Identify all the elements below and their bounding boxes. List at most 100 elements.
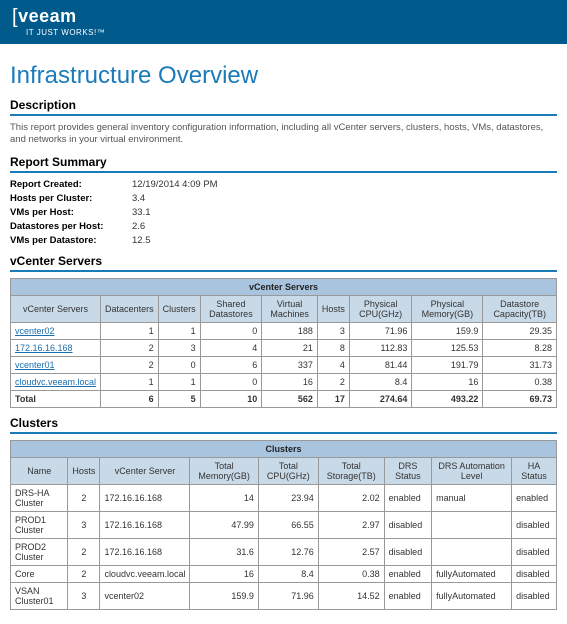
cell: 8.4 xyxy=(349,373,411,390)
brand-logo: [veeam IT JUST WORKS!™ xyxy=(12,7,105,37)
cell: cloudvc.veeam.local xyxy=(100,565,190,582)
cell: 31.73 xyxy=(483,356,557,373)
cell: Core xyxy=(11,565,68,582)
column-header: Datastore Capacity(TB) xyxy=(483,295,557,322)
cell: 12.76 xyxy=(258,538,318,565)
cell: enabled xyxy=(384,484,431,511)
column-header: vCenter Servers xyxy=(11,295,101,322)
vcenter-link[interactable]: cloudvc.veeam.local xyxy=(11,373,101,390)
cell: 188 xyxy=(262,322,318,339)
summary-label: Hosts per Cluster: xyxy=(10,193,132,204)
cell: disabled xyxy=(512,565,557,582)
cell: 337 xyxy=(262,356,318,373)
column-header: Total Memory(GB) xyxy=(190,457,258,484)
cell: 21 xyxy=(262,339,318,356)
divider xyxy=(10,432,557,434)
cell: 159.9 xyxy=(190,582,258,609)
cell: 16 xyxy=(190,565,258,582)
summary-label: VMs per Host: xyxy=(10,207,132,218)
page-title: Infrastructure Overview xyxy=(10,62,557,90)
cell: DRS-HA Cluster xyxy=(11,484,68,511)
cell: 493.22 xyxy=(412,390,483,407)
vcenter-heading: vCenter Servers xyxy=(10,254,557,268)
cell: 8 xyxy=(317,339,349,356)
summary-heading: Report Summary xyxy=(10,155,557,169)
cell: enabled xyxy=(384,565,431,582)
vcenter-link[interactable]: vcenter01 xyxy=(11,356,101,373)
summary-label: VMs per Datastore: xyxy=(10,235,132,246)
cell: 81.44 xyxy=(349,356,411,373)
cell: 1 xyxy=(158,373,200,390)
cell: 112.83 xyxy=(349,339,411,356)
summary-value: 3.4 xyxy=(132,193,557,204)
column-header: Total CPU(GHz) xyxy=(258,457,318,484)
brand-header: [veeam IT JUST WORKS!™ xyxy=(0,0,567,44)
cell: 1 xyxy=(158,322,200,339)
cell: 0 xyxy=(200,373,262,390)
cell: 69.73 xyxy=(483,390,557,407)
summary-label: Datastores per Host: xyxy=(10,221,132,232)
cell xyxy=(432,538,512,565)
cell: 0.38 xyxy=(483,373,557,390)
cell: 2.02 xyxy=(318,484,384,511)
cell: 16 xyxy=(412,373,483,390)
cell: enabled xyxy=(384,582,431,609)
cell: 1 xyxy=(101,373,159,390)
column-header: vCenter Server xyxy=(100,457,190,484)
cell: 23.94 xyxy=(258,484,318,511)
cell: 4 xyxy=(317,356,349,373)
cell: 8.4 xyxy=(258,565,318,582)
cell: 14.52 xyxy=(318,582,384,609)
cell: disabled xyxy=(512,538,557,565)
column-header: Clusters xyxy=(158,295,200,322)
summary-value: 2.6 xyxy=(132,221,557,232)
cell: 125.53 xyxy=(412,339,483,356)
cell: 16 xyxy=(262,373,318,390)
cell: 159.9 xyxy=(412,322,483,339)
cell: 71.96 xyxy=(258,582,318,609)
table-row: DRS-HA Cluster2172.16.16.1681423.942.02e… xyxy=(11,484,557,511)
cell: VSAN Cluster01 xyxy=(11,582,68,609)
cell: 6 xyxy=(200,356,262,373)
summary-value: 33.1 xyxy=(132,207,557,218)
cell: enabled xyxy=(512,484,557,511)
cell: 14 xyxy=(190,484,258,511)
table-row: vcenter01206337481.44191.7931.73 xyxy=(11,356,557,373)
cell: 2 xyxy=(101,339,159,356)
column-header: Shared Datastores xyxy=(200,295,262,322)
column-header: HA Status xyxy=(512,457,557,484)
vcenter-link[interactable]: vcenter02 xyxy=(11,322,101,339)
summary-label: Report Created: xyxy=(10,179,132,190)
cell: 2 xyxy=(68,484,100,511)
table-row: Core2cloudvc.veeam.local168.40.38enabled… xyxy=(11,565,557,582)
summary-value: 12.5 xyxy=(132,235,557,246)
cell: 172.16.16.168 xyxy=(100,538,190,565)
column-header: Total Storage(TB) xyxy=(318,457,384,484)
cell: 0.38 xyxy=(318,565,384,582)
vcenter-link[interactable]: 172.16.16.168 xyxy=(11,339,101,356)
cell: 2 xyxy=(101,356,159,373)
cell: PROD2 Cluster xyxy=(11,538,68,565)
description-heading: Description xyxy=(10,98,557,112)
cell: 3 xyxy=(68,582,100,609)
cell: 5 xyxy=(158,390,200,407)
cell: 0 xyxy=(200,322,262,339)
total-row: Total651056217274.64493.2269.73 xyxy=(11,390,557,407)
column-header: DRS Status xyxy=(384,457,431,484)
cell: 71.96 xyxy=(349,322,411,339)
clusters-heading: Clusters xyxy=(10,416,557,430)
cell: 0 xyxy=(158,356,200,373)
cell: 1 xyxy=(101,322,159,339)
description-text: This report provides general inventory c… xyxy=(10,122,557,147)
cell: 3 xyxy=(317,322,349,339)
cell: 17 xyxy=(317,390,349,407)
table-row: cloudvc.veeam.local1101628.4160.38 xyxy=(11,373,557,390)
cell: 10 xyxy=(200,390,262,407)
cell: 31.6 xyxy=(190,538,258,565)
table-caption: Clusters xyxy=(11,440,557,457)
divider xyxy=(10,270,557,272)
summary-value: 12/19/2014 4:09 PM xyxy=(132,179,557,190)
cell: vcenter02 xyxy=(100,582,190,609)
summary-grid: Report Created:12/19/2014 4:09 PMHosts p… xyxy=(10,179,557,246)
cell: 2.57 xyxy=(318,538,384,565)
